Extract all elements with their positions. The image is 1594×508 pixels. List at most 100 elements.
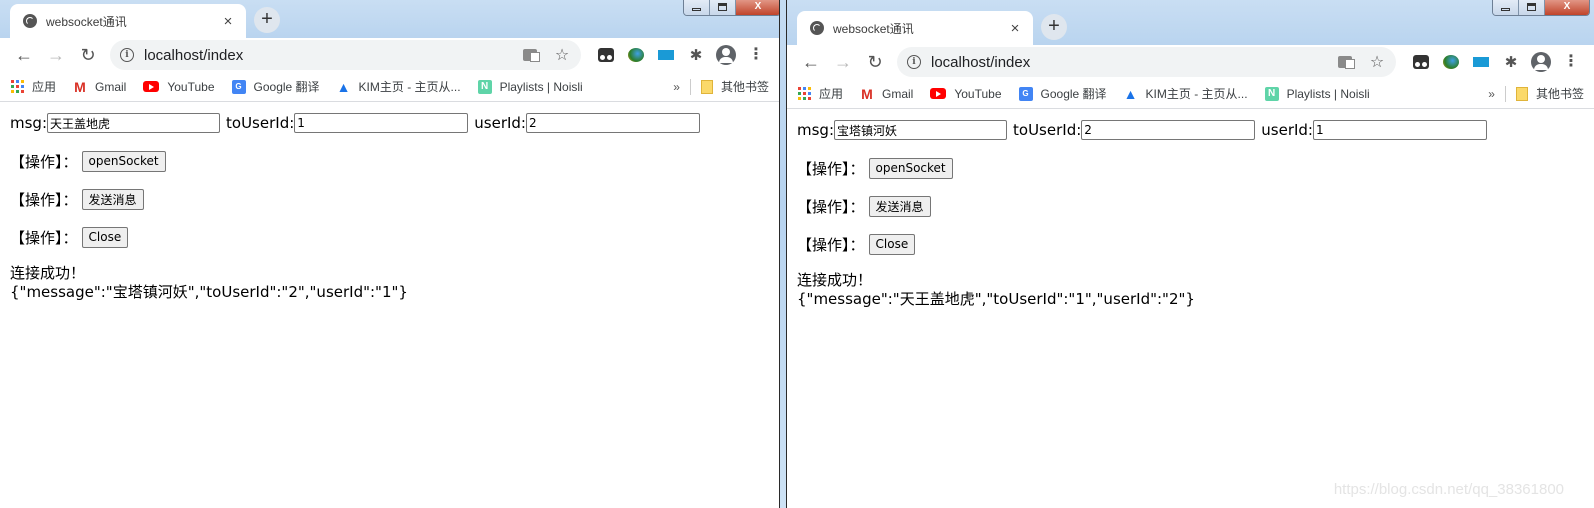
bookmarks-overflow-button[interactable]: » — [673, 80, 680, 94]
bookmark-label: Google 翻译 — [1040, 87, 1107, 101]
to-user-id-input[interactable] — [294, 113, 469, 133]
bookmark-label: KIM主页 - 主页从... — [1145, 87, 1248, 101]
tab-close-button[interactable]: × — [220, 13, 236, 30]
translate-page-icon[interactable] — [521, 46, 540, 64]
send-message-button[interactable]: 发送消息 — [868, 195, 931, 217]
youtube-icon — [930, 88, 947, 99]
avatar-icon — [716, 45, 736, 65]
bookmark-label: 其他书签 — [720, 80, 769, 94]
window-close-button[interactable]: X — [1545, 0, 1589, 15]
window-close-button[interactable]: X — [736, 0, 779, 15]
bookmark-google-translate[interactable]: G Google 翻译 — [1018, 85, 1107, 102]
browser-menu-button[interactable]: ⋮ — [1556, 48, 1586, 76]
idm-extension-icon[interactable] — [621, 41, 651, 69]
back-button[interactable]: ← — [795, 48, 827, 76]
mail-extension-icon[interactable] — [651, 41, 681, 69]
bookmark-star-icon[interactable]: ☆ — [1368, 53, 1386, 71]
close-socket-button[interactable]: Close — [868, 233, 916, 255]
browser-tab[interactable]: websocket通讯 × — [797, 11, 1033, 45]
msg-label: msg: — [797, 121, 835, 139]
idm-extension-icon[interactable] — [1436, 48, 1466, 76]
operation-label: 【操作】： — [10, 152, 78, 171]
bookmark-youtube[interactable]: YouTube — [143, 79, 215, 94]
mail-extension-icon[interactable] — [1466, 48, 1496, 76]
gmail-icon: M — [74, 78, 86, 95]
globe-icon — [810, 21, 824, 35]
folder-icon — [1515, 86, 1528, 101]
url-text[interactable]: localhost/index — [144, 47, 507, 64]
open-socket-button[interactable]: openSocket — [81, 150, 166, 172]
minimize-icon — [1501, 8, 1510, 11]
tab-close-button[interactable]: × — [1007, 20, 1023, 37]
maximize-icon — [1527, 2, 1536, 11]
browser-toolbar: ← → ↻ i localhost/index ☆ ✱ ⋮ — [787, 45, 1594, 79]
bookmark-noisli[interactable]: N Playlists | Noisli — [1264, 86, 1370, 101]
bookmark-label: YouTube — [954, 86, 1002, 101]
extensions-puzzle-icon[interactable]: ✱ — [681, 41, 711, 69]
profile-avatar-button[interactable] — [1526, 48, 1556, 76]
globe-icon — [23, 14, 37, 28]
bookmark-gmail[interactable]: M Gmail — [860, 85, 913, 102]
send-message-button[interactable]: 发送消息 — [81, 188, 144, 210]
minimize-button[interactable] — [684, 0, 710, 15]
bookmark-noisli[interactable]: N Playlists | Noisli — [477, 79, 583, 94]
to-user-id-input[interactable] — [1081, 120, 1256, 140]
bookmark-apps[interactable]: 应用 — [797, 85, 843, 102]
tab-title: websocket通讯 — [833, 21, 914, 36]
bookmark-kim[interactable]: ▲ KIM主页 - 主页从... — [337, 78, 461, 95]
to-user-id-label: toUserId: — [1013, 121, 1082, 139]
browser-window-left: X websocket通讯 × + ← → ↻ i localhost/inde… — [0, 0, 780, 508]
url-text[interactable]: localhost/index — [931, 54, 1322, 71]
site-info-icon[interactable]: i — [120, 48, 134, 62]
message-log: 连接成功！ {"message":"天王盖地虎","toUserId":"1",… — [797, 271, 1584, 309]
bookmarks-bar: 应用 M Gmail YouTube G Google 翻译 ▲ KIM主页 -… — [0, 72, 779, 102]
google-translate-icon: G — [1018, 86, 1033, 101]
profile-avatar-button[interactable] — [711, 41, 741, 69]
operation-label: 【操作】： — [797, 235, 865, 254]
forward-button[interactable]: → — [827, 48, 859, 76]
bookmark-label: Gmail — [95, 79, 127, 94]
other-bookmarks-folder[interactable]: 其他书签 — [1515, 85, 1584, 102]
new-tab-button[interactable]: + — [254, 7, 280, 33]
minimize-icon — [692, 8, 701, 11]
msg-input[interactable] — [47, 113, 221, 133]
reload-button[interactable]: ↻ — [72, 41, 104, 69]
translate-page-icon[interactable] — [1336, 53, 1355, 71]
maximize-button[interactable] — [1519, 0, 1545, 15]
msg-input[interactable] — [834, 120, 1008, 140]
close-socket-button[interactable]: Close — [81, 226, 129, 248]
open-socket-button[interactable]: openSocket — [868, 157, 953, 179]
tampermonkey-extension-icon[interactable] — [1406, 48, 1436, 76]
other-bookmarks-folder[interactable]: 其他书签 — [700, 78, 769, 95]
bookmarks-overflow-button[interactable]: » — [1488, 87, 1495, 101]
tab-title: websocket通讯 — [46, 14, 127, 29]
maximize-icon — [718, 2, 727, 11]
bookmark-youtube[interactable]: YouTube — [930, 86, 1002, 101]
window-controls: X — [683, 0, 779, 16]
connection-status: 连接成功！ — [797, 271, 873, 289]
address-bar[interactable]: i localhost/index ☆ — [897, 47, 1396, 77]
user-id-input[interactable] — [1312, 120, 1487, 140]
browser-tab[interactable]: websocket通讯 × — [10, 4, 246, 38]
back-button[interactable]: ← — [8, 41, 40, 69]
minimize-button[interactable] — [1493, 0, 1519, 15]
bookmark-kim[interactable]: ▲ KIM主页 - 主页从... — [1124, 85, 1248, 102]
bookmark-gmail[interactable]: M Gmail — [73, 78, 127, 95]
gmail-icon: M — [861, 85, 873, 102]
tampermonkey-extension-icon[interactable] — [591, 41, 621, 69]
bookmark-star-icon[interactable]: ☆ — [553, 46, 571, 64]
noisli-icon: N — [477, 79, 492, 94]
forward-button[interactable]: → — [40, 41, 72, 69]
user-id-input[interactable] — [525, 113, 700, 133]
reload-button[interactable]: ↻ — [859, 48, 891, 76]
browser-menu-button[interactable]: ⋮ — [741, 41, 771, 69]
bookmark-label: YouTube — [167, 79, 215, 94]
bookmark-google-translate[interactable]: G Google 翻译 — [231, 78, 320, 95]
maximize-button[interactable] — [710, 0, 736, 15]
extensions-puzzle-icon[interactable]: ✱ — [1496, 48, 1526, 76]
site-info-icon[interactable]: i — [907, 55, 921, 69]
operation-label: 【操作】： — [797, 159, 865, 178]
bookmark-apps[interactable]: 应用 — [10, 78, 56, 95]
new-tab-button[interactable]: + — [1041, 14, 1067, 40]
address-bar[interactable]: i localhost/index ☆ — [110, 40, 581, 70]
